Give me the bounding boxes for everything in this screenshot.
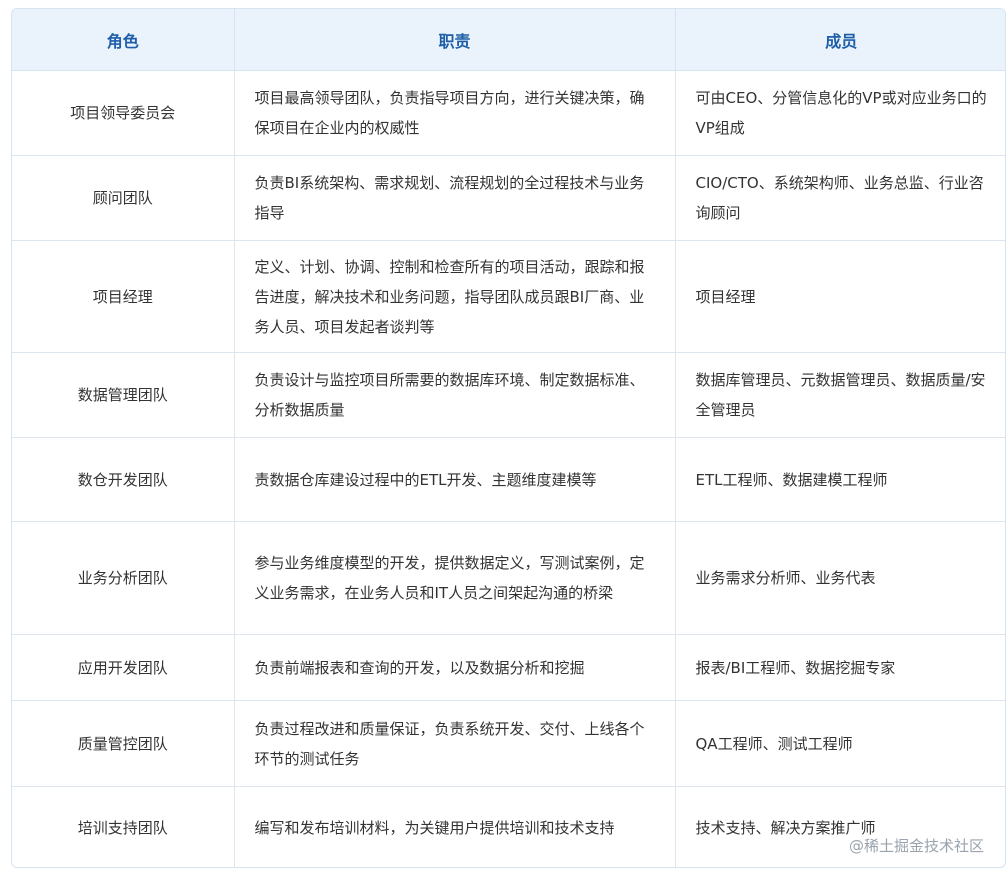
members-cell: 项目经理 <box>675 240 1005 353</box>
members-cell: 技术支持、解决方案推广师 <box>695 819 876 838</box>
duty-cell: 责数据仓库建设过程中的ETL开发、主题维度建模等 <box>234 437 676 522</box>
duty-cell: 负责前端报表和查询的开发，以及数据分析和挖掘 <box>234 634 676 701</box>
roles-table-container: 角色 职责 成员 项目领导委员会 项目最高领导团队，负责指导项目方向，进行关键决… <box>11 8 1006 868</box>
table-row: 数仓开发团队 责数据仓库建设过程中的ETL开发、主题维度建模等 ETL工程师、数… <box>12 437 1005 522</box>
header-role: 角色 <box>12 9 235 71</box>
role-cell: 质量管控团队 <box>12 700 235 787</box>
header-duty: 职责 <box>234 9 676 71</box>
duty-cell: 项目最高领导团队，负责指导项目方向，进行关键决策，确保项目在企业内的权威性 <box>234 70 676 156</box>
role-cell: 数据管理团队 <box>12 352 235 438</box>
table-row: 数据管理团队 负责设计与监控项目所需要的数据库环境、制定数据标准、分析数据质量 … <box>12 352 1005 438</box>
table-row: 顾问团队 负责BI系统架构、需求规划、流程规划的全过程技术与业务指导 CIO/C… <box>12 155 1005 241</box>
role-cell: 项目经理 <box>12 240 235 353</box>
duty-cell: 定义、计划、协调、控制和检查所有的项目活动，跟踪和报告进度，解决技术和业务问题，… <box>234 240 676 353</box>
table-row: 质量管控团队 负责过程改进和质量保证，负责系统开发、交付、上线各个环节的测试任务… <box>12 700 1005 787</box>
duty-cell: 参与业务维度模型的开发，提供数据定义，写测试案例，定义业务需求，在业务人员和IT… <box>234 521 676 635</box>
table-header-row: 角色 职责 成员 <box>12 9 1005 71</box>
role-cell: 应用开发团队 <box>12 634 235 701</box>
table-row: 项目领导委员会 项目最高领导团队，负责指导项目方向，进行关键决策，确保项目在企业… <box>12 70 1005 156</box>
members-cell: CIO/CTO、系统架构师、业务总监、行业咨询顾问 <box>675 155 1005 241</box>
role-cell: 项目领导委员会 <box>12 70 235 156</box>
members-cell: 数据库管理员、元数据管理员、数据质量/安全管理员 <box>675 352 1005 438</box>
duty-cell: 编写和发布培训材料，为关键用户提供培训和技术支持 <box>234 786 676 867</box>
table-row: 项目经理 定义、计划、协调、控制和检查所有的项目活动，跟踪和报告进度，解决技术和… <box>12 240 1005 353</box>
table-row: 培训支持团队 编写和发布培训材料，为关键用户提供培训和技术支持 技术支持、解决方… <box>12 786 1005 867</box>
header-members: 成员 <box>675 9 1005 71</box>
role-cell: 培训支持团队 <box>12 786 235 867</box>
members-cell: 业务需求分析师、业务代表 <box>675 521 1005 635</box>
table-row: 业务分析团队 参与业务维度模型的开发，提供数据定义，写测试案例，定义业务需求，在… <box>12 521 1005 635</box>
members-cell: ETL工程师、数据建模工程师 <box>675 437 1005 522</box>
duty-cell: 负责BI系统架构、需求规划、流程规划的全过程技术与业务指导 <box>234 155 676 241</box>
role-cell: 数仓开发团队 <box>12 437 235 522</box>
members-cell: 可由CEO、分管信息化的VP或对应业务口的VP组成 <box>675 70 1005 156</box>
table-row: 应用开发团队 负责前端报表和查询的开发，以及数据分析和挖掘 报表/BI工程师、数… <box>12 634 1005 701</box>
members-cell: QA工程师、测试工程师 <box>675 700 1005 787</box>
role-cell: 业务分析团队 <box>12 521 235 635</box>
duty-cell: 负责设计与监控项目所需要的数据库环境、制定数据标准、分析数据质量 <box>234 352 676 438</box>
duty-cell: 负责过程改进和质量保证，负责系统开发、交付、上线各个环节的测试任务 <box>234 700 676 787</box>
members-cell: 报表/BI工程师、数据挖掘专家 <box>675 634 1005 701</box>
role-cell: 顾问团队 <box>12 155 235 241</box>
roles-table: 角色 职责 成员 项目领导委员会 项目最高领导团队，负责指导项目方向，进行关键决… <box>12 9 1005 867</box>
